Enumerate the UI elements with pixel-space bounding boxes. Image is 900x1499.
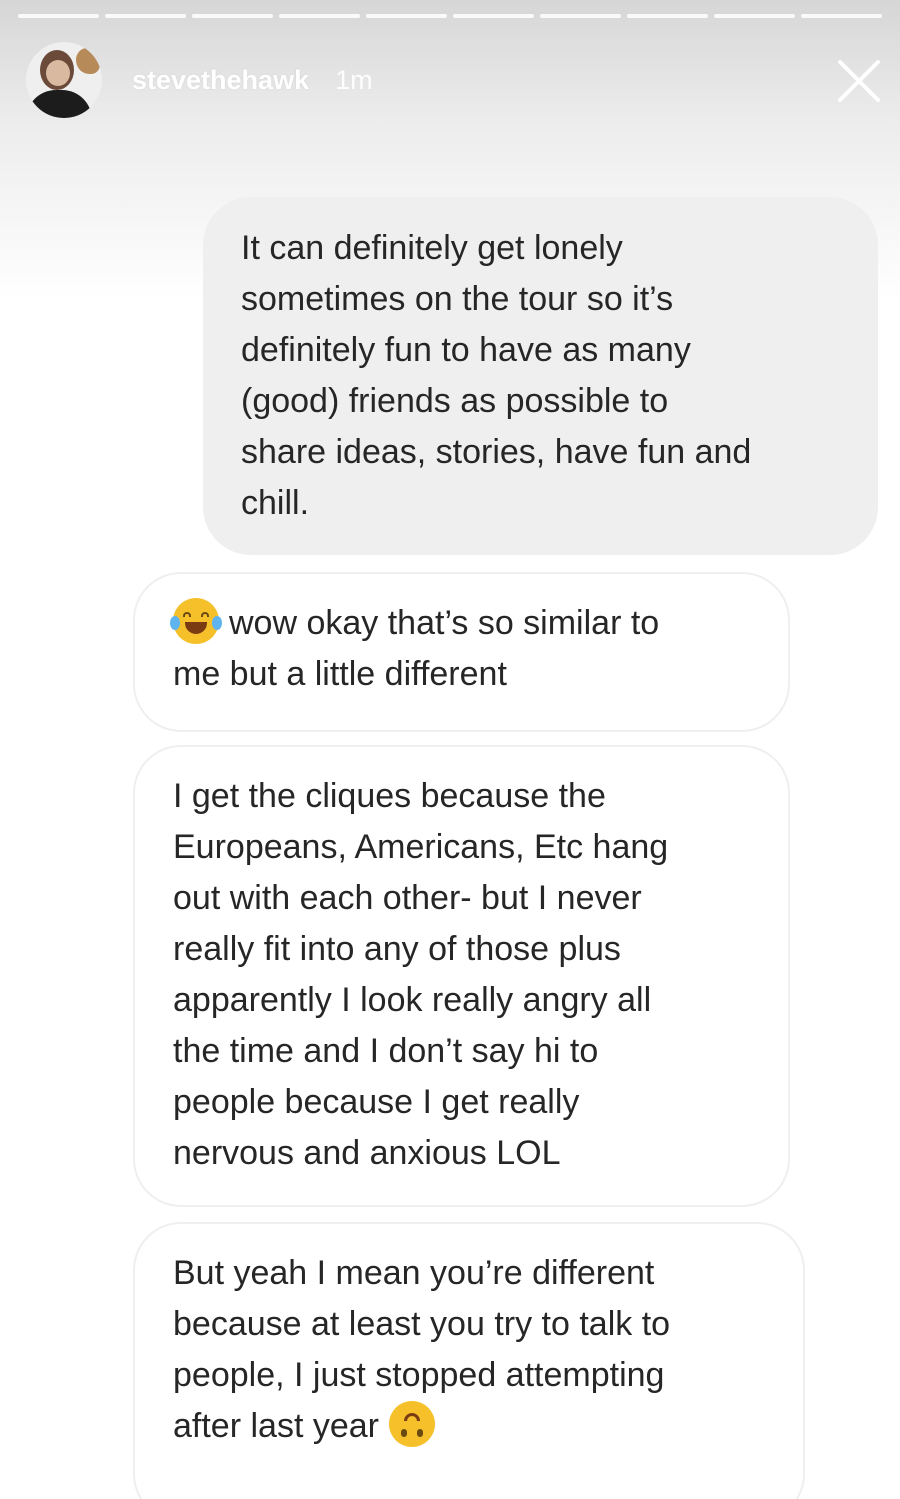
close-button[interactable] [836, 58, 882, 104]
story-progress-bars [18, 14, 882, 18]
progress-segment [714, 14, 795, 18]
progress-segment [453, 14, 534, 18]
story-viewer: stevethehawk 1m It can definitely get lo… [0, 0, 900, 1499]
message-text: wow okay that’s so similar to me but a l… [170, 598, 758, 700]
message-bubble-received: wow okay that’s so similar to me but a l… [133, 572, 790, 732]
progress-segment [192, 14, 273, 18]
upside-down-face-emoji-icon [388, 1401, 435, 1447]
avatar[interactable] [26, 42, 102, 118]
message-bubble-received: But yeah I mean you’re different because… [133, 1222, 805, 1499]
message-line: me but a little different [173, 655, 507, 693]
message-text: I get the cliques because the Europeans,… [173, 777, 669, 1172]
progress-segment [279, 14, 360, 18]
progress-segment [18, 14, 99, 18]
timestamp: 1m [335, 64, 373, 95]
close-icon [838, 60, 880, 102]
message-line: wow okay that’s so similar to [229, 604, 660, 642]
message-text: But yeah I mean you’re different because… [173, 1248, 773, 1452]
progress-segment [105, 14, 186, 18]
face-with-tears-of-joy-emoji-icon [170, 598, 222, 644]
progress-segment [801, 14, 882, 18]
story-header: stevethehawk 1m [26, 40, 884, 120]
message-bubble-received: I get the cliques because the Europeans,… [133, 745, 790, 1207]
username[interactable]: stevethehawk [132, 65, 309, 96]
message-bubble-sent: It can definitely get lonely sometimes o… [203, 197, 878, 555]
progress-segment [366, 14, 447, 18]
progress-segment [627, 14, 708, 18]
progress-segment [540, 14, 621, 18]
message-text: It can definitely get lonely sometimes o… [241, 229, 752, 522]
